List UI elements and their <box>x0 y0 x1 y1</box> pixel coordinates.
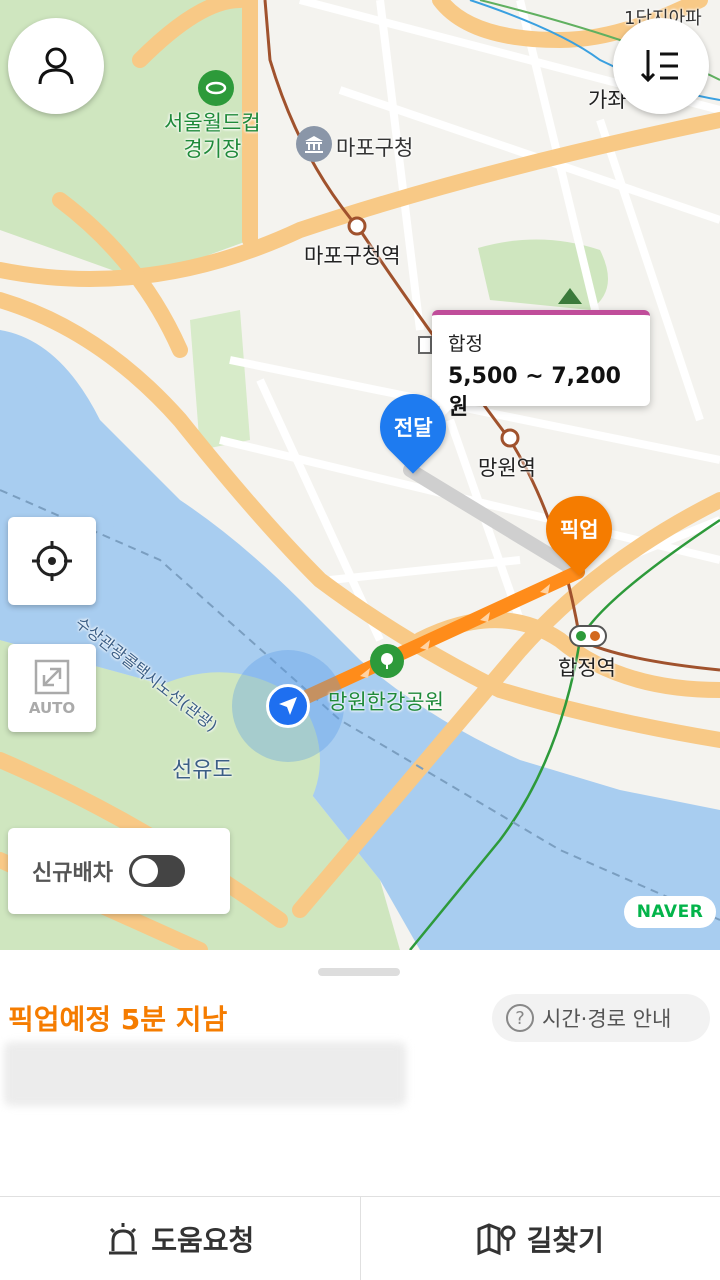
sort-list-icon <box>640 50 678 83</box>
navigate-button[interactable]: 길찾기 <box>359 1197 720 1280</box>
new-dispatch-label: 신규배차 <box>32 861 113 886</box>
profile-icon <box>38 47 74 85</box>
building-marker-icon <box>418 336 432 354</box>
park-tree-icon <box>370 644 404 678</box>
stadium-icon <box>198 70 234 106</box>
auto-label: AUTO <box>28 699 76 717</box>
guide-button-label: 시간·경로 안내 <box>542 1007 672 1031</box>
toggle-knob <box>131 858 158 884</box>
label-seonyudo: 선유도 <box>172 758 233 783</box>
label-mapo-office-station: 마포구청역 <box>304 244 401 268</box>
new-dispatch-panel: 신규배차 <box>8 828 230 914</box>
auto-zoom-button[interactable]: AUTO <box>8 644 96 732</box>
bottom-action-bar: 도움요청 길찾기 <box>0 1196 720 1280</box>
crosshair-icon <box>32 541 72 581</box>
sort-list-button[interactable] <box>613 18 709 114</box>
map-route-icon <box>477 1222 516 1255</box>
label-mangwon-station: 망원역 <box>478 456 536 480</box>
label-mapo-office: 마포구청 <box>336 136 414 160</box>
navigation-arrow-icon <box>279 697 297 715</box>
label-world-cup-stadium: 서울월드컵 경기장 <box>164 111 261 161</box>
fare-range: 5,500 ~ 7,200원 <box>448 364 621 420</box>
question-icon: ? <box>506 1004 534 1032</box>
map-view[interactable]: 서울월드컵 경기장 마포구청 마포구청역 망원역 합정역 망원한강공원 선유도 … <box>0 0 720 950</box>
label-mangwon-park: 망원한강공원 <box>328 690 444 714</box>
navigate-label: 길찾기 <box>526 1223 604 1257</box>
pickup-status-text: 픽업예정 5분 지남 <box>8 1003 228 1036</box>
sheet-drag-handle[interactable] <box>318 968 400 976</box>
redacted-address <box>4 1042 406 1106</box>
fare-estimate-bubble[interactable]: 합정 5,500 ~ 7,200원 <box>432 310 650 420</box>
dropoff-pin-label: 전달 <box>393 416 433 441</box>
new-dispatch-toggle[interactable] <box>128 855 185 887</box>
expand-icon <box>34 659 70 695</box>
help-request-label: 도움요청 <box>151 1223 255 1257</box>
pickup-pin-label: 픽업 <box>559 518 599 543</box>
label-hapjeong-station: 합정역 <box>558 656 616 680</box>
fare-place: 합정 <box>448 333 483 355</box>
help-request-button[interactable]: 도움요청 <box>0 1197 360 1280</box>
current-location-marker <box>266 684 310 728</box>
locate-me-button[interactable] <box>8 517 96 605</box>
time-route-guide-button[interactable]: ? 시간·경로 안내 <box>492 994 710 1042</box>
siren-icon <box>109 1222 138 1254</box>
profile-button[interactable] <box>8 18 104 114</box>
government-building-icon <box>296 126 332 162</box>
naver-logo: NAVER <box>624 896 716 928</box>
